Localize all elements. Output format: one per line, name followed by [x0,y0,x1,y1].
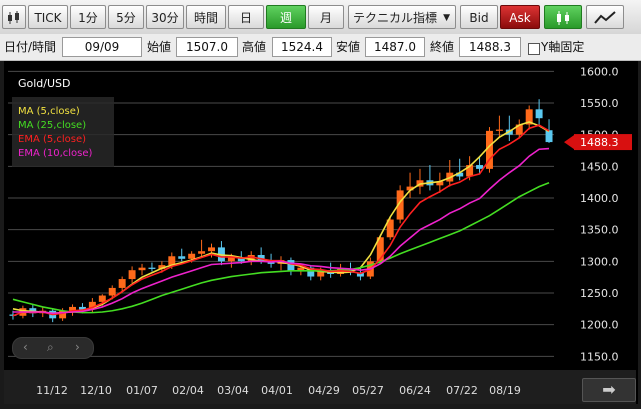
candle-body [227,257,235,262]
interval-1min-button[interactable]: 1分 [70,5,106,29]
line-chart-button[interactable] [586,5,624,29]
high-value: 1524.4 [272,37,332,57]
legend-ma5: MA (5,close) [18,106,80,117]
open-value: 1507.0 [176,37,238,57]
price-marker-arrow [564,135,574,150]
interval-5min-button[interactable]: 5分 [108,5,144,29]
x-tick-label: 07/22 [446,384,478,397]
candle-body [118,279,126,288]
zoom-search-icon[interactable]: ⌕ [47,340,54,355]
candle-body [535,109,543,119]
candle-body [476,165,484,169]
y-tick-label: 1600.0 [580,65,619,78]
chart-type-button[interactable] [2,5,26,29]
ask-button[interactable]: Ask [500,5,540,29]
y-tick-label: 1150.0 [580,350,619,363]
y-tick-label: 1350.0 [580,224,619,237]
low-value: 1487.0 [365,37,425,57]
x-axis: 11/12 12/10 01/07 02/04 03/04 04/01 04/29 05/27… [4,370,636,404]
line-chart-icon [594,11,616,24]
high-label: 高値 [242,40,267,54]
x-tick-label: 04/01 [261,384,293,397]
arrow-right-icon: ➡ [602,380,616,399]
chart-navigation: ‹ ⌕ › [12,337,94,359]
interval-week-button[interactable]: 週 [266,5,306,29]
x-tick-label: 03/04 [217,384,249,397]
candle-body [545,130,553,143]
interval-month-button[interactable]: 月 [308,5,344,29]
tick-button[interactable]: TICK [28,5,68,29]
interval-day-button[interactable]: 日 [228,5,264,29]
bid-button[interactable]: Bid [460,5,498,29]
candle-body [188,253,196,259]
legend-ma25: MA (25,close) [18,120,87,131]
y-tick-label: 1400.0 [580,192,619,205]
legend-ema10: EMA (10,close) [18,148,93,159]
x-tick-label: 02/04 [172,384,204,397]
candle-body [98,295,106,302]
legend-ema5: EMA (5,close) [18,134,87,145]
y-tick-label: 1550.0 [580,97,619,110]
current-price-label: 1488.3 [580,136,619,149]
x-tick-label: 11/12 [36,384,68,397]
toolbar: TICK 1分 5分 30分 時間 日 週 月 テクニカル指標 ▼ Bid As… [0,0,641,35]
y-tick-label: 1250.0 [580,287,619,300]
candle-body [108,287,116,296]
candle-body [495,129,503,131]
candle-body [178,256,186,259]
x-tick-label: 12/10 [80,384,112,397]
close-label: 終値 [430,40,455,54]
candlestick-chart-icon [557,11,569,25]
technical-indicator-dropdown[interactable]: テクニカル指標 ▼ [348,5,456,29]
scroll-right-icon[interactable]: › [75,340,80,354]
ohlc-info-bar: 日付/時間 09/09 始値 1507.0 高値 1524.4 安値 1487.… [0,34,641,61]
interval-hour-button[interactable]: 時間 [186,5,226,29]
dropdown-arrow-icon: ▼ [443,13,450,23]
y-tick-label: 1200.0 [580,319,619,332]
instrument-name: Gold/USD [18,77,71,90]
close-value: 1488.3 [459,37,521,57]
yaxis-fixed-label: Y軸固定 [541,40,585,54]
candlestick-chart-button[interactable] [544,5,582,29]
jump-to-latest-button[interactable]: ➡ [582,378,636,402]
x-tick-label: 08/19 [489,384,521,397]
datetime-label: 日付/時間 [4,40,57,54]
technical-indicator-label: テクニカル指標 [353,11,438,25]
x-tick-label: 06/24 [399,384,431,397]
y-tick-label: 1300.0 [580,255,619,268]
x-tick-label: 01/07 [126,384,158,397]
candle-body [198,251,206,254]
y-tick-label: 1450.0 [580,160,619,173]
scroll-left-icon[interactable]: ‹ [23,340,28,354]
candle-body [287,260,295,272]
datetime-value: 09/09 [62,37,142,57]
open-label: 始値 [147,40,172,54]
interval-30min-button[interactable]: 30分 [146,5,184,29]
low-label: 安値 [336,40,361,54]
chart-area[interactable]: 1150.0 1200.0 1250.0 1300.0 1350.0 1400.0 1450… [4,61,638,404]
candle-body [128,270,136,280]
candle-body [138,267,146,271]
indicator-legend: MA (5,close) MA (25,close) EMA (5,close)… [12,97,114,167]
x-tick-label: 04/29 [308,384,340,397]
candle-body [148,267,156,269]
candlestick-icon [8,11,19,24]
candle-body [208,247,215,252]
x-tick-label: 05/27 [352,384,384,397]
yaxis-fixed-checkbox[interactable] [528,43,540,55]
